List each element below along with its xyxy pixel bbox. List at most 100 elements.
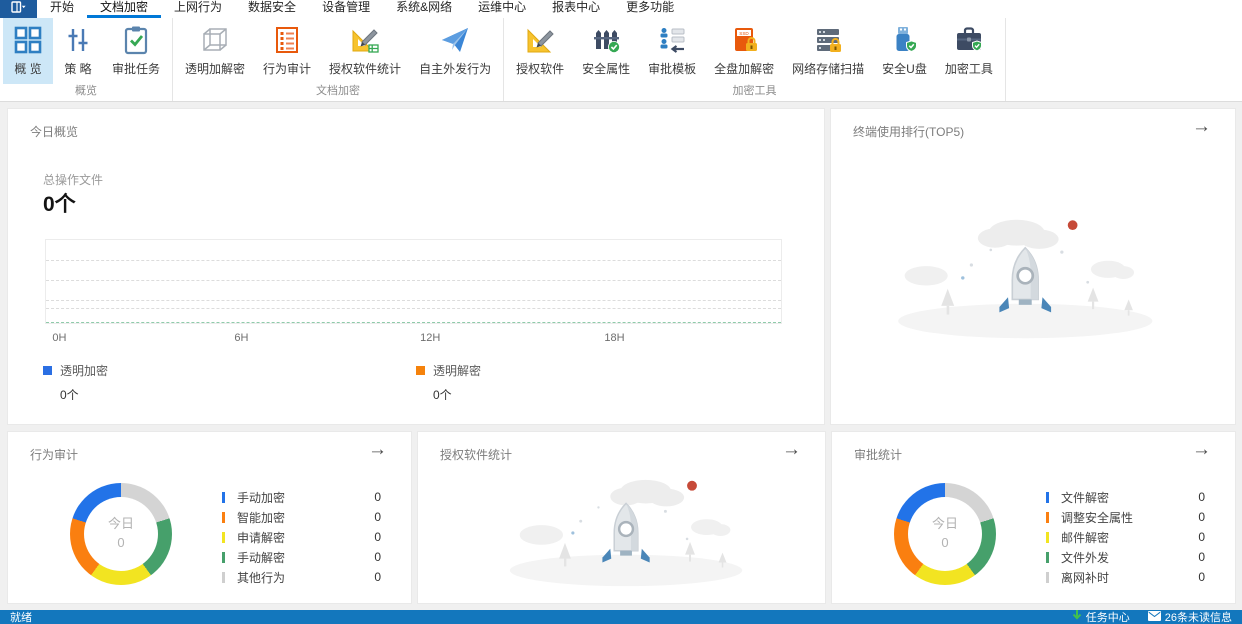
x-tick: 12H (420, 332, 441, 344)
ribbon-item-label: 概 览 (14, 62, 42, 76)
ribbon-group-doc-encryption: 透明加解密 行为审计 授权软件统计 自主外发行为 文档加密 (173, 18, 505, 101)
chart-baseline (46, 322, 781, 323)
cloud-icon (519, 525, 563, 545)
menu-item-ops-center[interactable]: 运维中心 (465, 0, 539, 18)
legend-row: 其他行为 0 (222, 567, 381, 587)
menu-item-start[interactable]: 开始 (37, 0, 87, 18)
cloud-icon (904, 266, 948, 286)
legend-value: 0 (1198, 530, 1205, 544)
status-bar: 就绪 任务中心 26条未读信息 (0, 610, 1242, 624)
x-tick: 0H (52, 332, 67, 344)
menu-item-report-center[interactable]: 报表中心 (539, 0, 613, 18)
donut-center-value: 0 (117, 535, 125, 550)
card-behavior-audit: 行为审计 → 今日 0 手动加密 0 智能加密 0 申请解密 0 手动解密 0 其他行为… (7, 431, 412, 604)
gridline (46, 308, 781, 310)
paper-plane-icon (439, 24, 471, 56)
org-template-icon (656, 24, 688, 56)
ribbon-item-crypt-tools[interactable]: 加密工具 (936, 18, 1002, 84)
legend-marker (416, 366, 425, 375)
card-title: 授权软件统计 (440, 448, 513, 462)
legend-label: 文件外发 (1061, 550, 1110, 565)
donut-center-text: 今日 0 (70, 483, 172, 585)
card-title: 今日概览 (30, 125, 79, 139)
menu-item-more-features[interactable]: 更多功能 (613, 0, 687, 18)
legend-value: 0 (374, 550, 381, 564)
menu-item-doc-encryption[interactable]: 文档加密 (87, 0, 162, 18)
briefcase-shield-icon (953, 24, 985, 56)
clipboard-check-icon (120, 24, 152, 56)
ground (898, 303, 1153, 339)
card-title: 审批统计 (854, 448, 903, 462)
ribbon-item-behavior-audit[interactable]: 行为审计 (254, 18, 320, 84)
ribbon-item-overview[interactable]: 概 览 (3, 18, 53, 84)
arrow-right-icon[interactable]: → (1192, 440, 1211, 459)
legend-row: 手动加密 0 (222, 487, 381, 507)
ribbon-item-label: 加密工具 (944, 62, 993, 76)
planet-dot (686, 480, 697, 491)
legend-value: 0 (374, 570, 381, 584)
legend-marker (222, 531, 225, 543)
menu-item-device-management[interactable]: 设备管理 (309, 0, 383, 18)
ribbon-item-security-attributes[interactable]: 安全属性 (573, 18, 639, 84)
ribbon-item-label: 行为审计 (263, 62, 312, 76)
ribbon-item-approval-template[interactable]: 审批模板 (639, 18, 705, 84)
donut-center-text: 今日 0 (894, 483, 996, 585)
legend-marker (222, 571, 225, 583)
status-ready-text: 就绪 (10, 612, 32, 624)
legend-marker (222, 491, 225, 503)
arrow-right-icon[interactable]: → (368, 440, 387, 459)
donut-chart: 今日 0 (70, 483, 172, 585)
legend-marker (1046, 511, 1049, 523)
ribbon-item-label: 审批任务 (112, 62, 161, 76)
legend-label: 申请解密 (237, 530, 286, 545)
legend-label: 手动加密 (237, 490, 286, 505)
arrow-right-icon[interactable]: → (1192, 117, 1211, 136)
cloud-icon (690, 519, 730, 536)
legend-row: 离网补时 0 (1046, 567, 1205, 587)
legend-value: 0个 (433, 388, 452, 402)
card-licensed-software-stats: 授权软件统计 → (417, 431, 826, 604)
ribbon-group-label: 概览 (75, 85, 97, 97)
rocket-icon (999, 246, 1052, 313)
legend-marker (1046, 491, 1049, 503)
arrow-right-icon[interactable]: → (782, 440, 801, 459)
ribbon-item-licensed-software[interactable]: 授权软件 (507, 18, 573, 84)
unread-messages-button[interactable]: 26条未读信息 (1147, 609, 1232, 624)
hourly-trend-chart (45, 239, 782, 324)
donut-center-label: 今日 (931, 516, 958, 532)
legend-marker (222, 511, 225, 523)
menu-item-web-behavior[interactable]: 上网行为 (161, 0, 235, 18)
x-axis-ticks: 0H 6H 12H 18H (45, 332, 782, 346)
legend-label: 透明解密 (433, 364, 482, 378)
metric-label: 总操作文件 (43, 173, 104, 187)
legend-row: 调整安全属性 0 (1046, 507, 1205, 527)
legend-label: 透明加密 (60, 364, 109, 378)
app-menu-button[interactable] (0, 0, 37, 18)
ribbon-item-label: 审批模板 (648, 62, 697, 76)
ribbon-item-label: 自主外发行为 (419, 62, 492, 76)
legend-row: 智能加密 0 (222, 507, 381, 527)
legend-label: 手动解密 (237, 550, 286, 565)
cube-icon (199, 24, 231, 56)
ribbon-group-crypt-tools: 授权软件 安全属性 审批模板 SSD 全盘加解密 网络存储扫描 安全U盘 加密工… (504, 18, 1006, 101)
card-title: 终端使用排行(TOP5) (853, 125, 965, 139)
ribbon-item-licensed-software-stats[interactable]: 授权软件统计 (320, 18, 410, 84)
server-lock-icon (812, 24, 844, 56)
donut-center-value: 0 (941, 535, 949, 550)
task-center-button[interactable]: 任务中心 (1072, 609, 1130, 624)
ribbon-item-transparent-crypt[interactable]: 透明加解密 (176, 18, 254, 84)
planet-dot (1067, 220, 1078, 230)
legend-value: 0 (1198, 550, 1205, 564)
legend-value: 0 (1198, 510, 1205, 524)
menu-item-data-security[interactable]: 数据安全 (235, 0, 309, 18)
ribbon-item-network-storage-scan[interactable]: 网络存储扫描 (783, 18, 873, 84)
ribbon-item-secure-usb[interactable]: 安全U盘 (873, 18, 936, 84)
ribbon-item-policy[interactable]: 策 略 (53, 18, 103, 84)
menu-item-system-network[interactable]: 系统&网络 (383, 0, 465, 18)
metric-value: 0个 (43, 193, 76, 216)
ribbon-item-self-outgoing[interactable]: 自主外发行为 (410, 18, 500, 84)
ribbon-item-approval-tasks[interactable]: 审批任务 (103, 18, 169, 84)
list-doc-icon (271, 24, 303, 56)
gridline (46, 299, 781, 301)
ribbon-item-fulldisk-crypt[interactable]: SSD 全盘加解密 (705, 18, 783, 84)
